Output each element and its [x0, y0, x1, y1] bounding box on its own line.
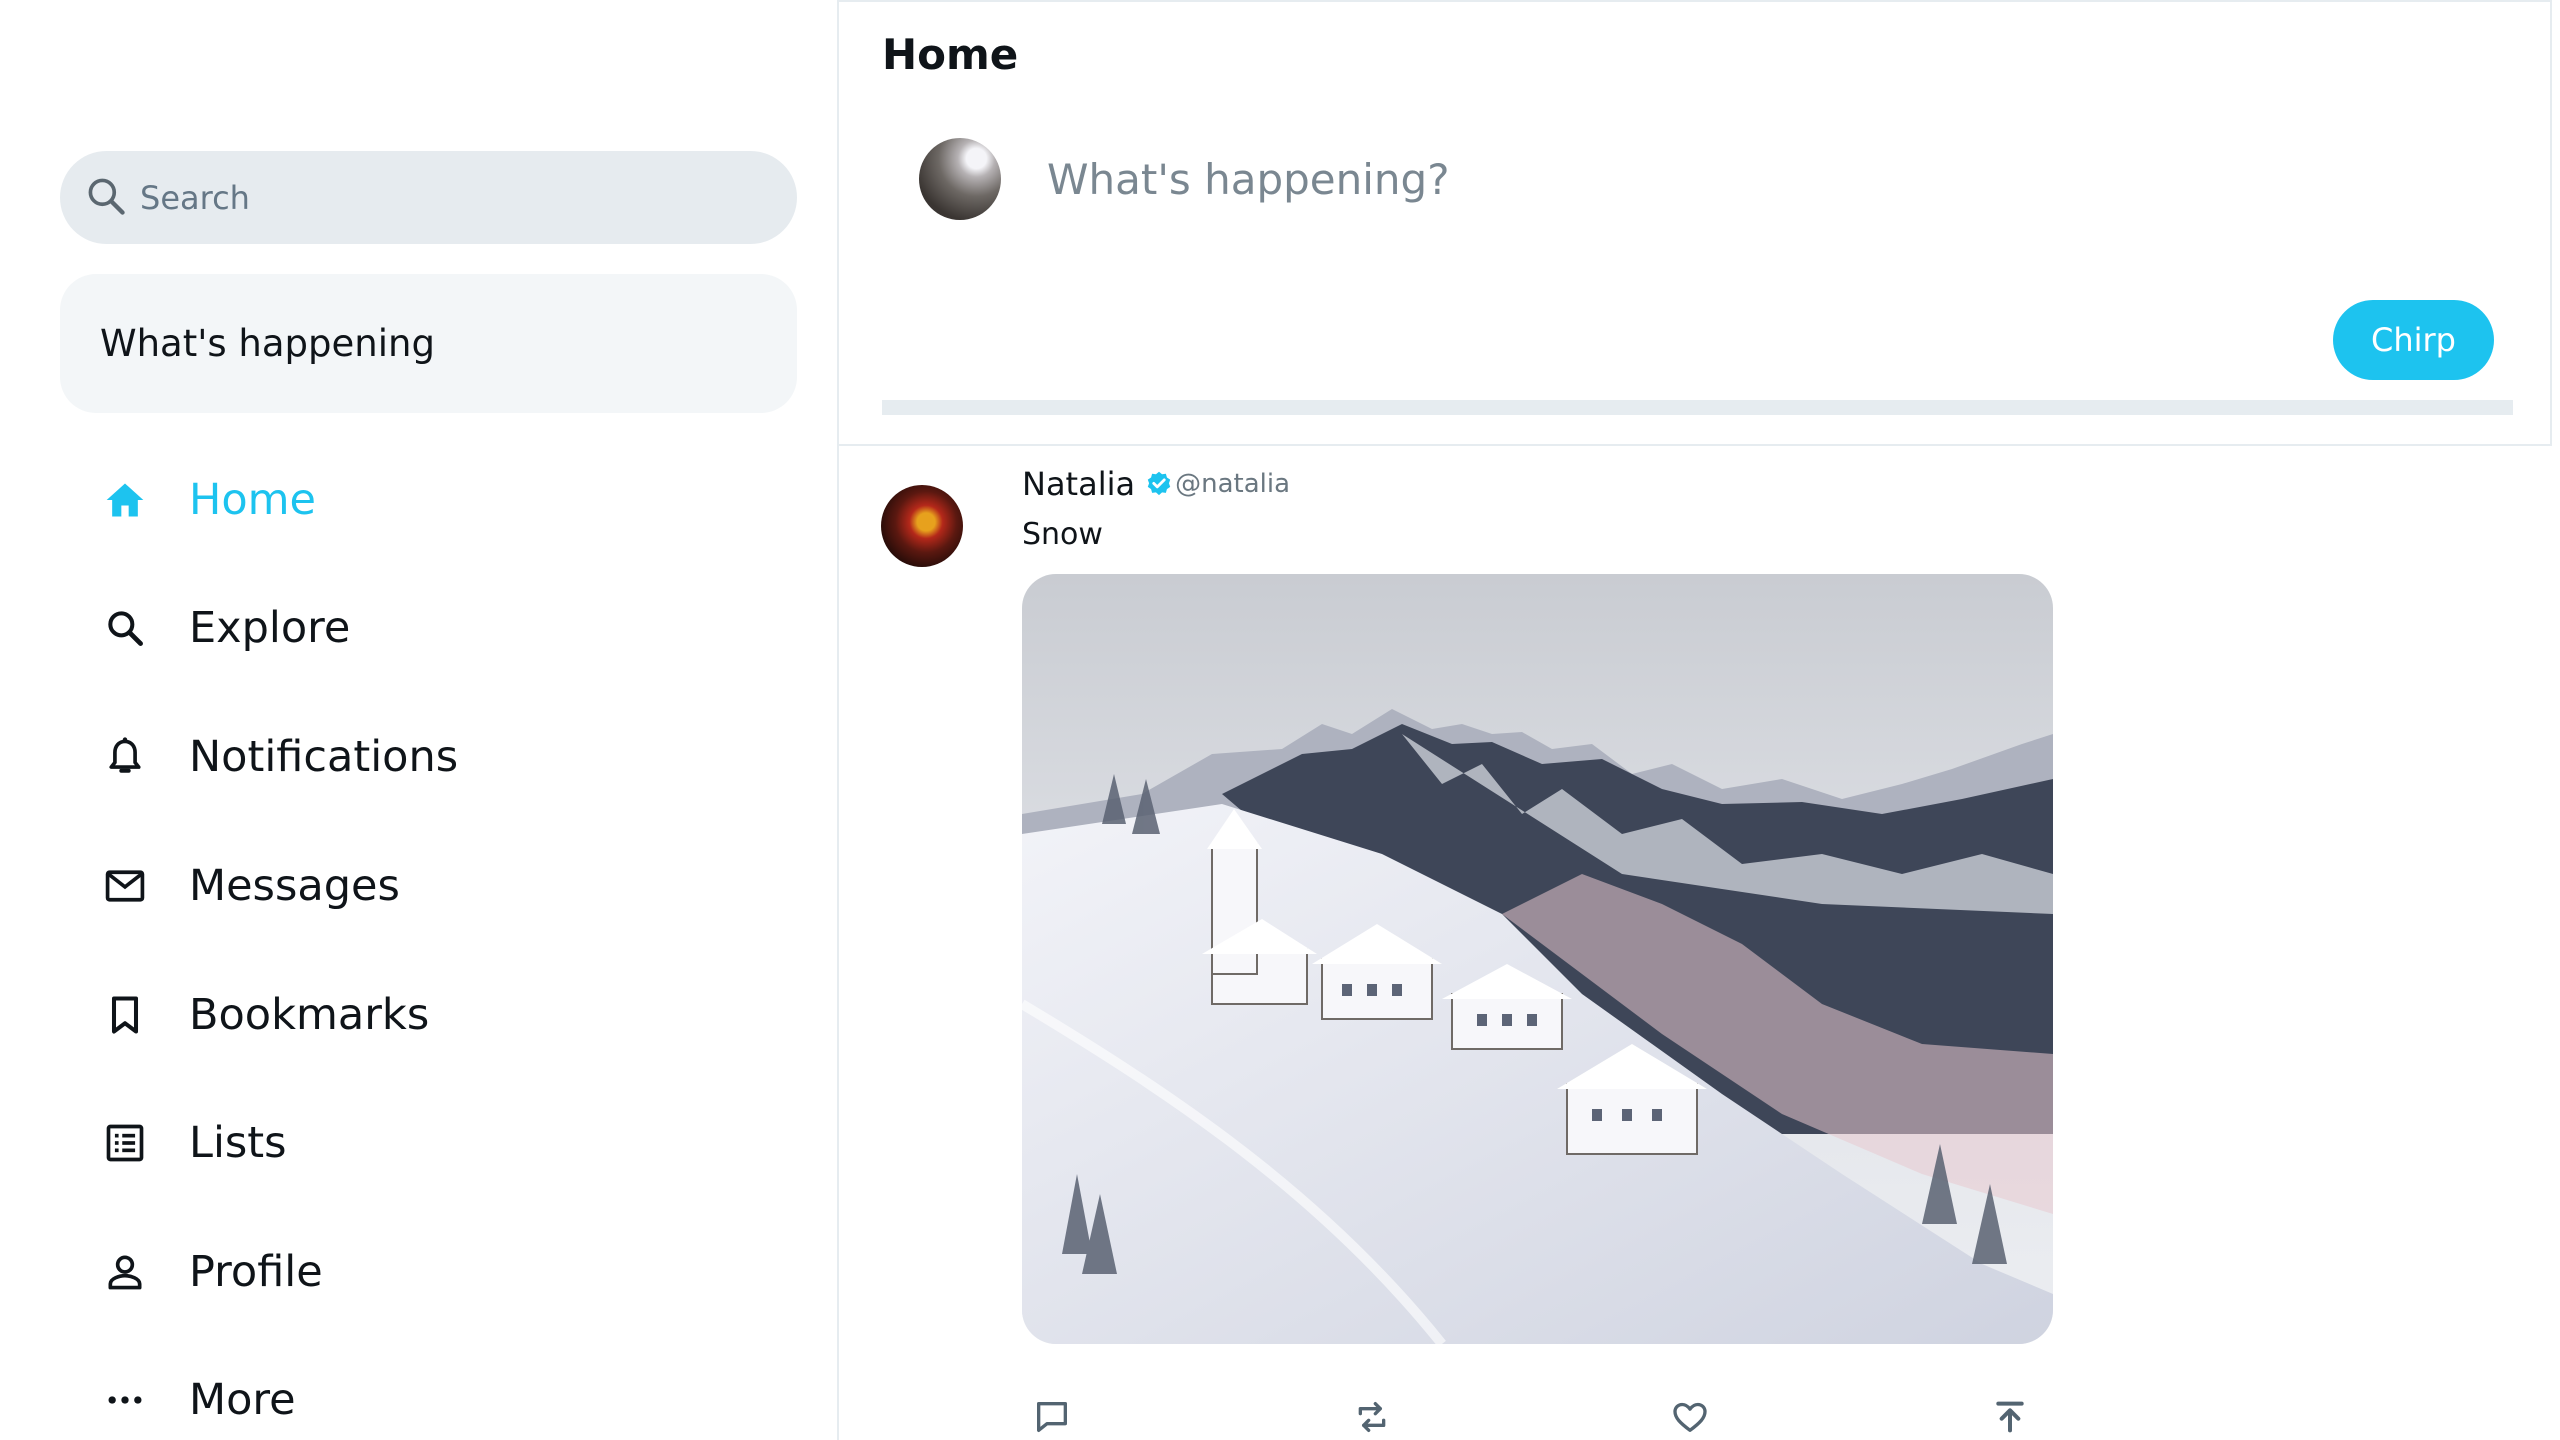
more-icon	[95, 1370, 155, 1430]
search-icon	[95, 598, 155, 658]
search-bar[interactable]	[60, 151, 797, 244]
post-header: Natalia @natalia	[1022, 465, 1290, 503]
nav-item-profile[interactable]: Profile	[95, 1232, 735, 1312]
nav-label-more: More	[189, 1375, 296, 1425]
avatar[interactable]	[919, 138, 1001, 220]
main-column: Home Chirp Natalia @natalia Snow	[837, 0, 2552, 1440]
post-author-name[interactable]: Natalia	[1022, 465, 1135, 503]
nav-item-notifications[interactable]: Notifications	[95, 717, 735, 797]
share-icon[interactable]	[1990, 1397, 2034, 1440]
app-root: What's happening Home Explore Notificati…	[0, 0, 2560, 1440]
nav-item-lists[interactable]: Lists	[95, 1103, 735, 1183]
sidebar: What's happening Home Explore Notificati…	[0, 0, 836, 1440]
home-icon	[95, 470, 155, 530]
nav-item-explore[interactable]: Explore	[95, 588, 735, 668]
search-icon	[84, 174, 128, 222]
nav-item-bookmarks[interactable]: Bookmarks	[95, 975, 735, 1055]
post-image[interactable]	[1022, 574, 2053, 1344]
composer-input[interactable]	[1047, 147, 2447, 211]
nav-label-profile: Profile	[189, 1247, 323, 1297]
nav-label-explore: Explore	[189, 603, 351, 653]
nav-label-lists: Lists	[189, 1118, 287, 1168]
nav-label-notifications: Notifications	[189, 732, 459, 782]
bell-icon	[95, 727, 155, 787]
nav-label-home: Home	[189, 475, 316, 525]
nav-item-home[interactable]: Home	[95, 460, 735, 540]
composer-divider	[882, 400, 2513, 415]
bookmark-icon	[95, 985, 155, 1045]
post-card[interactable]: Natalia @natalia Snow	[839, 447, 2552, 1440]
reply-icon[interactable]	[1032, 1397, 1076, 1440]
search-input[interactable]	[140, 178, 740, 217]
retweet-icon[interactable]	[1352, 1397, 1396, 1440]
post-author-handle[interactable]: @natalia	[1175, 469, 1290, 499]
nav-label-messages: Messages	[189, 861, 400, 911]
like-icon[interactable]	[1670, 1397, 1714, 1440]
page-title: Home	[882, 30, 1019, 79]
envelope-icon	[95, 856, 155, 916]
whats-happening-card[interactable]: What's happening	[60, 274, 797, 413]
nav-item-more[interactable]: More	[95, 1360, 735, 1440]
person-icon	[95, 1242, 155, 1302]
post-actions	[1022, 1397, 2053, 1437]
post-author-avatar[interactable]	[881, 485, 963, 567]
post-text: Snow	[1022, 517, 1103, 552]
verified-badge-icon	[1147, 471, 1171, 496]
composer: Home Chirp	[839, 0, 2552, 446]
nav-item-messages[interactable]: Messages	[95, 846, 735, 926]
nav-label-bookmarks: Bookmarks	[189, 990, 430, 1040]
chirp-button[interactable]: Chirp	[2333, 300, 2494, 380]
list-icon	[95, 1113, 155, 1173]
whats-happening-title: What's happening	[100, 322, 435, 365]
